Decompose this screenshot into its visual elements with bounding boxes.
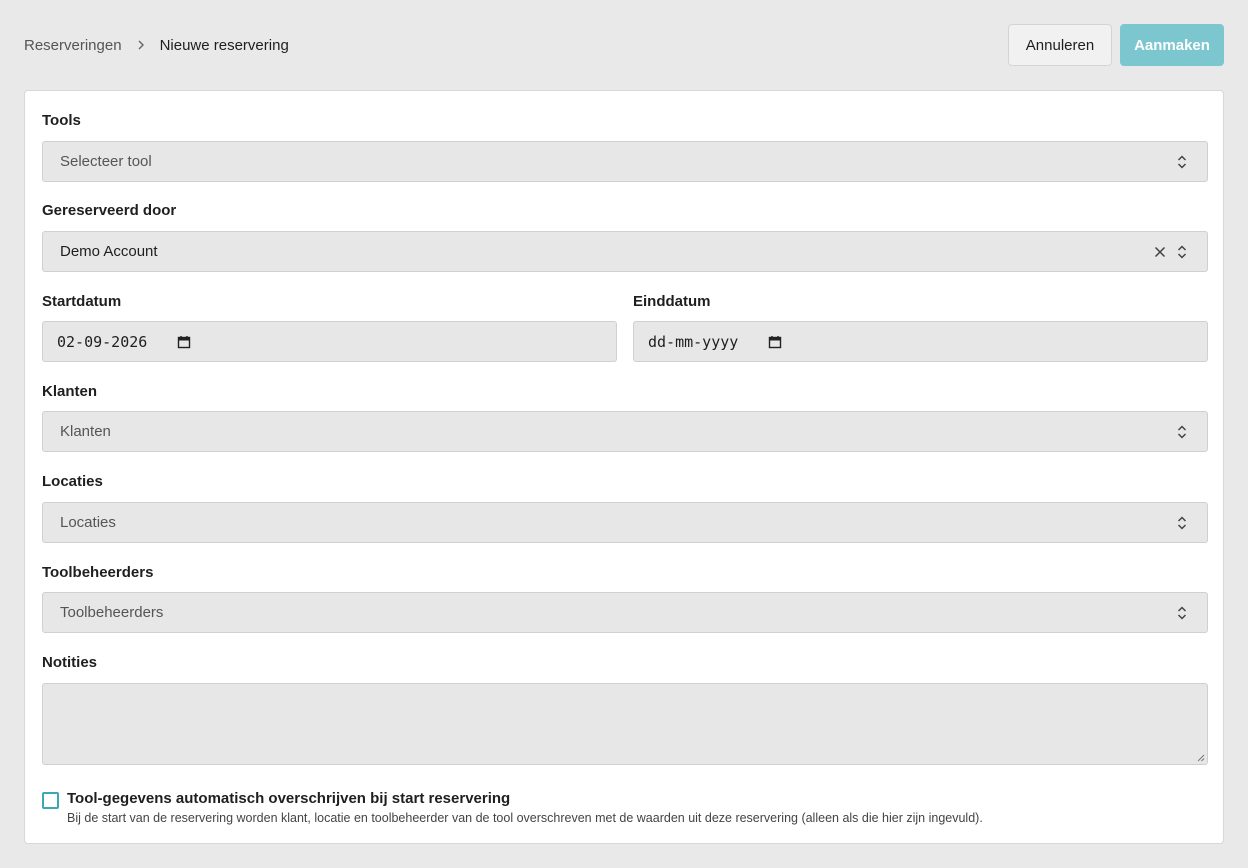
- clients-label: Klanten: [42, 383, 98, 400]
- start-date-input[interactable]: 02-09-2026: [42, 321, 617, 362]
- start-date-label: Startdatum: [42, 293, 122, 310]
- breadcrumb: Reserveringen Nieuwe reservering: [24, 24, 289, 66]
- end-date-placeholder: dd-mm-yyyy: [648, 332, 739, 351]
- tools-label: Tools: [42, 112, 81, 129]
- calendar-icon[interactable]: [177, 335, 191, 349]
- end-date-label: Einddatum: [633, 293, 711, 310]
- overwrite-checkbox[interactable]: [42, 792, 59, 809]
- chevron-up-down-icon: [1177, 516, 1187, 530]
- reserved-by-value: Demo Account: [60, 243, 158, 260]
- chevron-up-down-icon: [1177, 425, 1187, 439]
- breadcrumb-reserveringen[interactable]: Reserveringen: [24, 37, 122, 54]
- tools-select-placeholder: Selecteer tool: [60, 153, 152, 170]
- overwrite-checkbox-label[interactable]: Tool-gegevens automatisch overschrijven …: [67, 790, 510, 807]
- tool-managers-select-placeholder: Toolbeheerders: [60, 604, 164, 621]
- header-actions: Annuleren Aanmaken: [1008, 24, 1224, 66]
- chevron-up-down-icon: [1177, 606, 1187, 620]
- overwrite-description: Bij de start van de reservering worden k…: [67, 811, 983, 825]
- create-button[interactable]: Aanmaken: [1120, 24, 1224, 66]
- locations-label: Locaties: [42, 473, 103, 490]
- top-bar: Reserveringen Nieuwe reservering Annuler…: [24, 24, 1224, 66]
- notes-textarea[interactable]: [42, 683, 1208, 765]
- reservation-form: Tools Selecteer tool Gereserveerd door D…: [24, 90, 1224, 844]
- chevron-up-down-icon: [1177, 245, 1187, 259]
- locations-select[interactable]: Locaties: [42, 502, 1208, 543]
- breadcrumb-current: Nieuwe reservering: [159, 36, 289, 54]
- calendar-icon[interactable]: [768, 335, 782, 349]
- notes-label: Notities: [42, 654, 98, 671]
- reserved-by-select[interactable]: Demo Account: [42, 231, 1208, 272]
- locations-select-placeholder: Locaties: [60, 514, 116, 531]
- chevron-right-icon: [136, 40, 146, 50]
- tools-select[interactable]: Selecteer tool: [42, 141, 1208, 182]
- clear-icon[interactable]: [1153, 245, 1167, 259]
- resize-grip-icon[interactable]: [1196, 753, 1205, 762]
- clients-select-placeholder: Klanten: [60, 423, 111, 440]
- reserved-by-label: Gereserveerd door: [42, 202, 177, 219]
- end-date-input[interactable]: dd-mm-yyyy: [633, 321, 1208, 362]
- tool-managers-select[interactable]: Toolbeheerders: [42, 592, 1208, 633]
- clients-select[interactable]: Klanten: [42, 411, 1208, 452]
- tool-managers-label: Toolbeheerders: [42, 564, 154, 581]
- start-date-value: 02-09-2026: [57, 332, 148, 351]
- chevron-up-down-icon: [1177, 155, 1187, 169]
- cancel-button[interactable]: Annuleren: [1008, 24, 1112, 66]
